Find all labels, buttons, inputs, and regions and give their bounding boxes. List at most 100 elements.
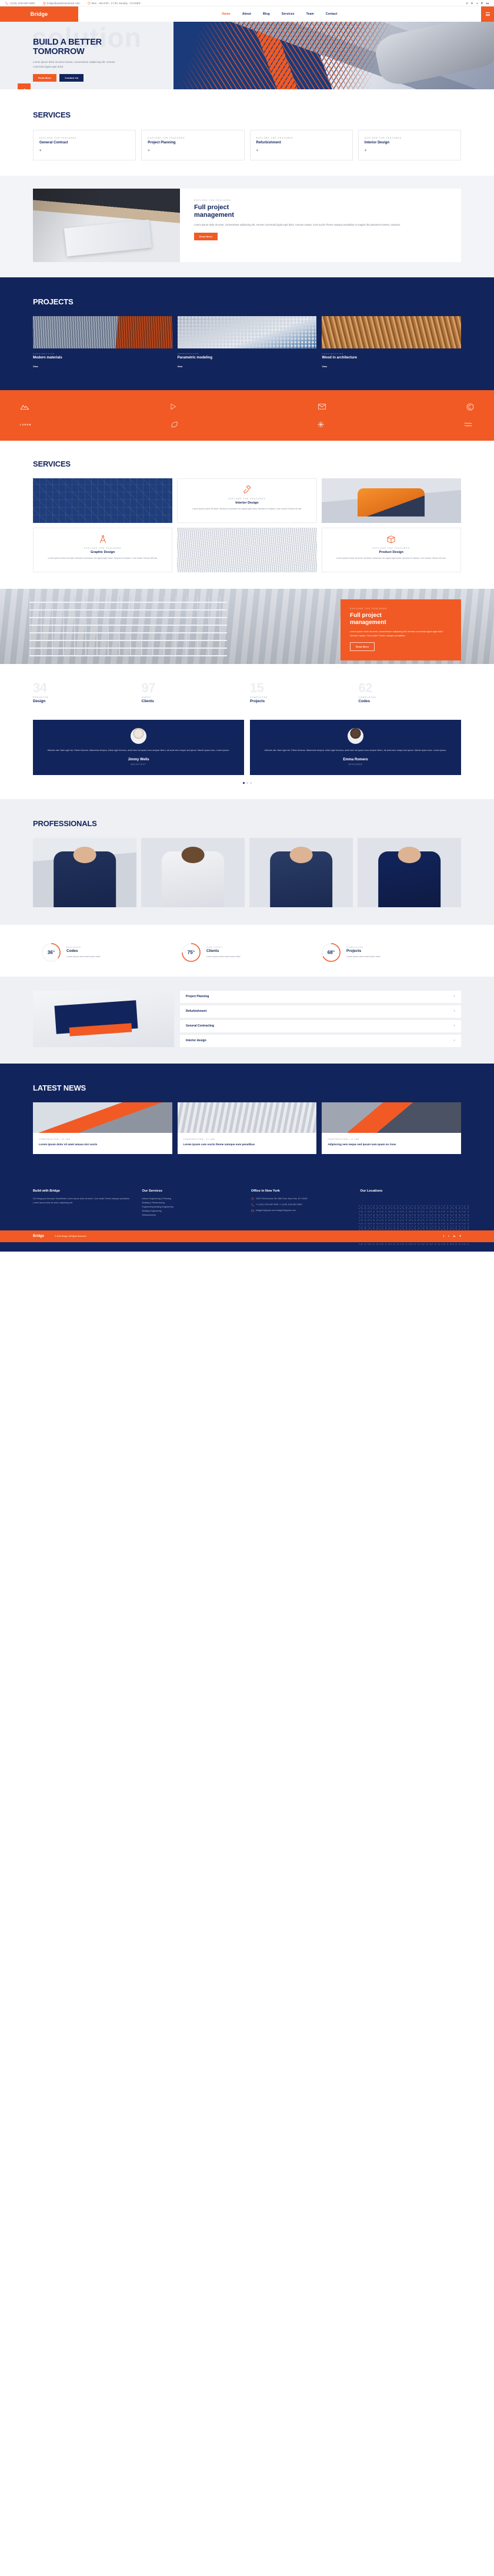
- footer-service-item[interactable]: Engineering Building Engineering: [142, 1205, 243, 1209]
- c-circle-logo-icon[interactable]: [466, 402, 474, 411]
- footer-column-about: Build with Bridge Get things just becaus…: [33, 1189, 134, 1217]
- footer-service-item[interactable]: Interior Engineering & Planning: [142, 1197, 243, 1201]
- mountain-logo-icon[interactable]: [20, 402, 29, 411]
- service2-eyebrow: EXPLORE THE FEATURES: [372, 547, 410, 549]
- linkedin-icon[interactable]: in: [453, 1235, 456, 1237]
- service-card[interactable]: EXPLORE THE FEATURES General Contract +: [33, 130, 136, 160]
- feature1-read-more-button[interactable]: Read More: [194, 233, 218, 241]
- accordion-row-project-planning[interactable]: Project Planning +: [180, 990, 461, 1003]
- menu-toggle-button[interactable]: [481, 6, 494, 22]
- hero-title-line2: TOMORROW: [33, 47, 85, 57]
- project-card[interactable]: CONSTRUCTION Parametric modeling View: [177, 316, 317, 370]
- service2-text: Lorem ipsum dolor sit amet. Aenean commo…: [192, 508, 302, 510]
- plus-icon[interactable]: +: [39, 149, 129, 153]
- hero-prev-slide-button[interactable]: [18, 83, 31, 89]
- project-thumbnail: [33, 316, 172, 348]
- accordion-row-interior-design[interactable]: Interior design +: [180, 1034, 461, 1047]
- pie-chart: 36%: [41, 942, 61, 962]
- accordion-row-general-contracting[interactable]: General Contracting +: [180, 1019, 461, 1032]
- project-view-link[interactable]: View: [178, 365, 183, 368]
- footer-email[interactable]: bridge01@qode.com bridge02@qode.com: [251, 1209, 352, 1213]
- accordion-image: [33, 990, 174, 1047]
- team-member-photo[interactable]: [33, 837, 136, 907]
- footer-phone[interactable]: +1 (123) 1234-567-8901 +1 (123) 1234-567…: [251, 1203, 352, 1207]
- pin-icon: [251, 1197, 254, 1200]
- pie-eyebrow: COMPLETED: [346, 946, 364, 949]
- footer-service-item[interactable]: Building & Restructuring: [142, 1201, 243, 1205]
- hero-read-more-button[interactable]: Read More: [33, 73, 57, 82]
- plus-icon[interactable]: +: [365, 149, 455, 153]
- nav-item-about[interactable]: About: [242, 12, 251, 16]
- footer-logo[interactable]: Bridge: [33, 1235, 44, 1238]
- lorem-ipsum-logo-icon[interactable]: LOREM: [20, 420, 31, 429]
- project-card[interactable]: CONSTRUCTION Wood in architecture View: [322, 316, 462, 370]
- facebook-icon[interactable]: f: [443, 1235, 444, 1237]
- feature1-title: Full project management: [194, 204, 447, 219]
- feature2-read-more-button[interactable]: Read More: [350, 642, 375, 652]
- footer-about-text: Get things just because Varsethinks Lore…: [33, 1197, 130, 1204]
- service2-card-graphic-design[interactable]: EXPLORE THE FEATURES Graphic Design Lore…: [33, 528, 173, 572]
- services-section-1: SERVICES EXPLORE THE FEATURES General Co…: [0, 89, 494, 176]
- footer-service-item[interactable]: Building Engineering: [142, 1209, 243, 1213]
- plus-icon[interactable]: +: [148, 149, 238, 153]
- accordion-row-refurbishment[interactable]: Refurbishment +: [180, 1005, 461, 1018]
- vimeo-icon[interactable]: V: [471, 2, 473, 5]
- team-member-photo[interactable]: [358, 837, 461, 907]
- pinterest-icon[interactable]: P: [481, 2, 483, 5]
- news-card[interactable]: CONSTRUCTION / 12 JAN Adipiscing sem neq…: [322, 1102, 462, 1154]
- news-card[interactable]: CONSTRUCTION / 12 JAN Lorem ipsum cum so…: [177, 1102, 317, 1154]
- feature1-image: [33, 189, 180, 262]
- counter-label: Codes: [358, 699, 370, 703]
- burst-logo-icon[interactable]: [317, 420, 325, 429]
- twitter-icon[interactable]: t: [448, 1235, 449, 1237]
- hero-section: solution BUILD A BETTER TOMORROW Lorem i…: [0, 22, 494, 89]
- project-category: CONSTRUCTION: [177, 353, 199, 355]
- nav-item-contact[interactable]: Contact: [326, 12, 338, 16]
- pagination-dot[interactable]: [249, 781, 252, 784]
- plus-icon[interactable]: +: [256, 149, 346, 153]
- footer-service-item[interactable]: Refurbishment: [142, 1213, 243, 1217]
- project-view-link[interactable]: View: [33, 365, 38, 368]
- nav-item-home[interactable]: Home: [222, 12, 231, 16]
- service-card-title: Project Planning: [148, 141, 176, 145]
- hamburger-icon: [485, 12, 490, 16]
- service-card[interactable]: EXPLORE THE FEATURES Refurbishment +: [249, 130, 353, 160]
- project-card[interactable]: CONSTRUCTION Modern materials View: [33, 316, 172, 370]
- team-member-photo[interactable]: [249, 837, 353, 907]
- service2-card-product-design[interactable]: EXPLORE THE FEATURES Product Design Lore…: [321, 528, 461, 572]
- progress-pies-section: 36% DESIGNED Codes Lorem ipsum dolor ame…: [0, 924, 494, 977]
- pinterest-icon[interactable]: P: [459, 1235, 461, 1237]
- topbar-hours-text: Mon - Sat 8:00 - 17:30, Sunday - CLOSED: [91, 1, 141, 5]
- service2-card-interior-design[interactable]: EXPLORE THE FEATURES Interior Design Lor…: [177, 478, 317, 523]
- envelope-logo-icon[interactable]: [318, 402, 326, 411]
- pagination-dot[interactable]: [246, 781, 248, 784]
- page-root: +(123) 1234-567-8901 bridge@qodeinteract…: [0, 0, 494, 1252]
- leaf-logo-icon[interactable]: [171, 420, 178, 429]
- nav-item-team[interactable]: Team: [306, 12, 314, 16]
- feature2-title-line1: Full project: [350, 612, 382, 619]
- topbar-email[interactable]: bridge@qodeinteractive.com: [43, 2, 80, 5]
- play-logo-icon[interactable]: [169, 402, 177, 411]
- counter-number: 15: [250, 680, 264, 695]
- news-card[interactable]: CONSTRUCTION / 12 JAN Lorem ipsum dolor …: [33, 1102, 172, 1154]
- service2-eyebrow: EXPLORE THE FEATURES: [228, 498, 266, 500]
- logo[interactable]: Bridge: [0, 6, 78, 22]
- nav-item-blog[interactable]: Blog: [263, 12, 270, 16]
- hero-contact-us-button[interactable]: Contact Us: [59, 73, 84, 82]
- facebook-icon[interactable]: f: [466, 2, 468, 5]
- project-view-link[interactable]: View: [322, 365, 327, 368]
- accordion-label: Project Planning: [186, 995, 209, 999]
- services2-title: SERVICES: [33, 459, 71, 468]
- twitter-icon[interactable]: t: [476, 2, 478, 5]
- project-thumbnail: [322, 316, 462, 348]
- blueprint-image: [33, 478, 173, 523]
- pagination-dot[interactable]: [242, 781, 245, 784]
- waves-logo-icon[interactable]: [464, 420, 474, 429]
- linkedin-icon[interactable]: in: [486, 2, 489, 5]
- projects-grid: CONSTRUCTION Modern materials View CONST…: [33, 316, 462, 370]
- team-member-photo[interactable]: [141, 837, 245, 907]
- topbar-phone[interactable]: +(123) 1234-567-8901: [5, 2, 35, 5]
- service-card[interactable]: EXPLORE THE FEATURES Interior Design +: [358, 130, 461, 160]
- nav-item-services[interactable]: Services: [282, 12, 295, 16]
- service-card[interactable]: EXPLORE THE FEATURES Project Planning +: [141, 130, 245, 160]
